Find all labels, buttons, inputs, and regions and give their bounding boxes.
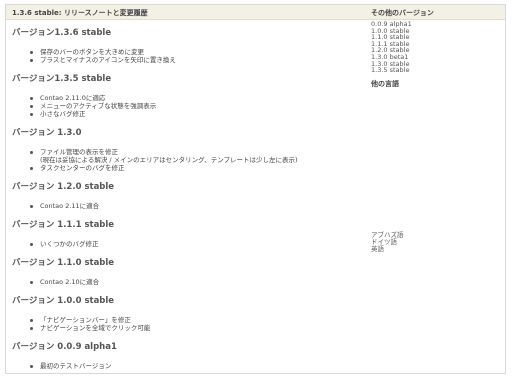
version-title: バージョン 1.2.0 stable <box>12 182 115 192</box>
version-block: バージョン 0.0.9 alpha1 最初のテストバージョン <box>12 342 366 370</box>
version-block: バージョン1.3.6 stable 保存のバーのボタンを大きめに変更 プラスとマ… <box>12 28 366 64</box>
version-block: バージョン 1.1.0 stable Contao 2.10に適合 <box>12 258 366 286</box>
change-item: 保存のバーのボタンを大きめに変更 <box>30 48 366 56</box>
version-sidebar: その他のバージョン 0.0.9 alpha1 1.0.0 stable 1.1.… <box>371 8 501 92</box>
change-item: ナビゲーションを全域でクリック可能 <box>30 324 366 332</box>
release-notes-main: 1.3.6 stable: リリースノートと変更履歴 バージョン1.3.6 st… <box>12 8 366 380</box>
change-list: 最初のテストバージョン <box>12 362 366 370</box>
version-block: バージョン 1.0.0 stable 「ナビゲーションバー」を修正 ナビゲーショ… <box>12 296 366 332</box>
change-list: 保存のバーのボタンを大きめに変更 プラスとマイナスのアイコンを矢印に置き換え <box>12 48 366 64</box>
version-title: バージョン1.3.6 stable <box>12 28 112 38</box>
page-frame: 1.3.6 stable: リリースノートと変更履歴 バージョン1.3.6 st… <box>5 4 506 374</box>
change-item: プラスとマイナスのアイコンを矢印に置き換え <box>30 56 366 64</box>
version-block: バージョン 1.2.0 stable Contao 2.11に適合 <box>12 182 366 210</box>
version-title: バージョン 1.1.1 stable <box>12 220 115 230</box>
change-list: Contao 2.11.0に適応 メニューのアクティブな状態を強調表示 小さなバ… <box>12 94 366 118</box>
change-list: いくつかのバグ修正 <box>12 240 366 248</box>
version-title: バージョン 1.0.0 stable <box>12 296 115 306</box>
change-list: 「ナビゲーションバー」を修正 ナビゲーションを全域でクリック可能 <box>12 316 366 332</box>
version-title: バージョン 1.3.0 <box>12 128 82 138</box>
change-item: Contao 2.11に適合 <box>30 202 366 210</box>
other-versions-title: その他のバージョン <box>371 9 434 17</box>
languages-title: 他の言語 <box>371 79 399 88</box>
version-block: バージョン 1.1.1 stable いくつかのバグ修正 <box>12 220 366 248</box>
version-title: バージョン 0.0.9 alpha1 <box>12 342 117 352</box>
version-title: バージョン1.3.5 stable <box>12 74 112 84</box>
version-block: バージョン1.3.5 stable Contao 2.11.0に適応 メニューの… <box>12 74 366 118</box>
change-item: 「ナビゲーションバー」を修正 <box>30 316 366 324</box>
version-block: バージョン 1.3.0 ファイル管理の表示を修正 (現在は妥協による解決 / メ… <box>12 128 366 172</box>
page-title: 1.3.6 stable: リリースノートと変更履歴 <box>12 9 148 17</box>
other-versions-list: 0.0.9 alpha1 1.0.0 stable 1.1.0 stable 1… <box>371 21 501 74</box>
language-item: 英語 <box>371 245 404 253</box>
languages-list: アブハズ語 ドイツ語 英語 <box>371 232 404 252</box>
change-list: Contao 2.11に適合 <box>12 202 366 210</box>
change-item: 最初のテストバージョン <box>30 362 366 370</box>
change-item: 小さなバグ修正 <box>30 110 366 118</box>
version-link[interactable]: 1.3.5 stable <box>371 66 409 74</box>
change-item: ファイル管理の表示を修正 (現在は妥協による解決 / メインのエリアはセンタリン… <box>30 148 366 164</box>
change-item: タスクセンターのバグを修正 <box>30 164 366 172</box>
change-list: Contao 2.10に適合 <box>12 278 366 286</box>
change-list: ファイル管理の表示を修正 (現在は妥協による解決 / メインのエリアはセンタリン… <box>12 148 366 172</box>
change-item: Contao 2.10に適合 <box>30 278 366 286</box>
version-link-item: 1.3.5 stable <box>371 67 501 74</box>
change-item: メニューのアクティブな状態を強調表示 <box>30 102 366 110</box>
change-item: Contao 2.11.0に適応 <box>30 94 366 102</box>
language-link[interactable]: 英語 <box>371 245 384 253</box>
change-item: いくつかのバグ修正 <box>30 240 366 248</box>
version-title: バージョン 1.1.0 stable <box>12 258 115 268</box>
